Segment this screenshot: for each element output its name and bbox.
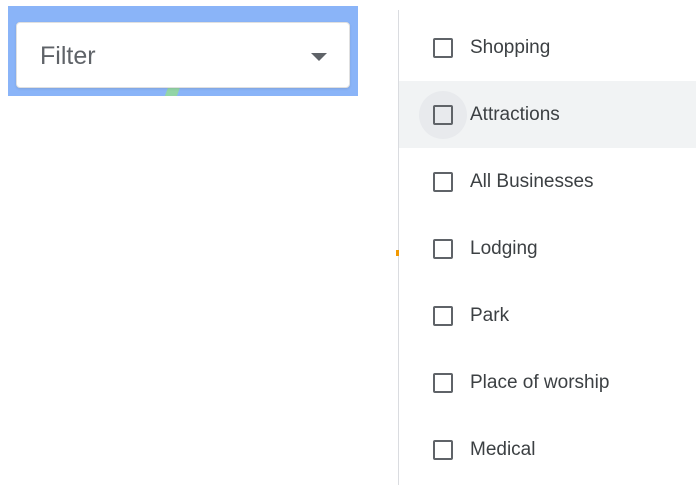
- menu-item-label: Park: [470, 305, 510, 326]
- menu-item-label: Lodging: [470, 238, 538, 259]
- menu-item-park[interactable]: Park: [399, 282, 696, 349]
- menu-item-shopping[interactable]: Shopping: [399, 14, 696, 81]
- menu-item-place-of-worship[interactable]: Place of worship: [399, 349, 696, 416]
- menu-item-label: Place of worship: [470, 372, 610, 393]
- menu-item-medical[interactable]: Medical: [399, 416, 696, 483]
- checkbox-all-businesses[interactable]: [433, 172, 453, 192]
- checkbox-shopping[interactable]: [433, 38, 453, 58]
- chevron-down-icon: [311, 53, 327, 61]
- menu-item-label: Medical: [470, 439, 536, 460]
- filter-dropdown[interactable]: Filter: [16, 22, 350, 88]
- checkbox-attractions[interactable]: [433, 105, 453, 125]
- filter-label: Filter: [40, 42, 96, 70]
- menu-item-label: Attractions: [470, 104, 560, 125]
- menu-item-label: Shopping: [470, 37, 551, 58]
- checkbox-medical[interactable]: [433, 440, 453, 460]
- menu-item-attractions[interactable]: Attractions: [399, 81, 696, 148]
- filter-menu: Shopping Attractions All Businesses Lodg…: [399, 14, 696, 483]
- checkbox-place-of-worship[interactable]: [433, 373, 453, 393]
- checkbox-lodging[interactable]: [433, 239, 453, 259]
- menu-item-all-businesses[interactable]: All Businesses: [399, 148, 696, 215]
- menu-item-label: All Businesses: [470, 171, 594, 192]
- menu-item-lodging[interactable]: Lodging: [399, 215, 696, 282]
- checkbox-park[interactable]: [433, 306, 453, 326]
